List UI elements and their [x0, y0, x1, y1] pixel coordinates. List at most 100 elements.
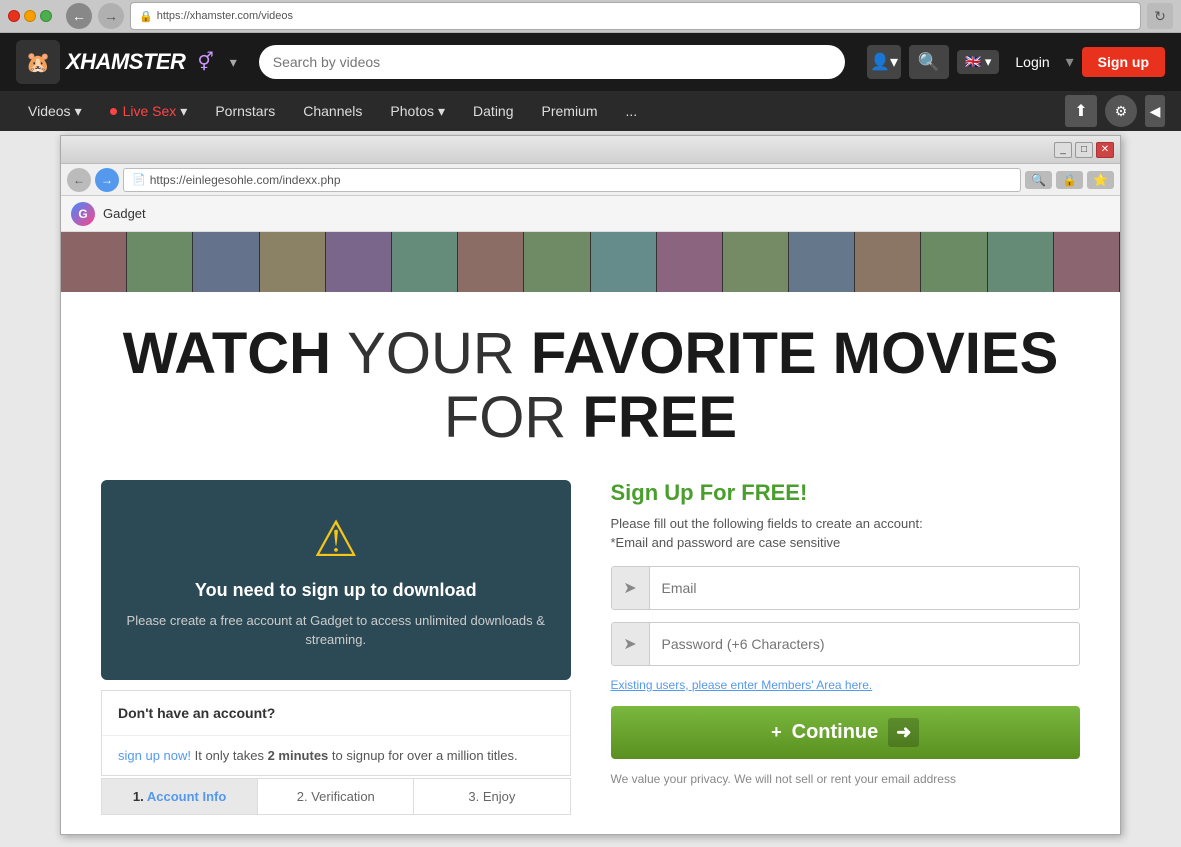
header-buttons: 👤▾ 🔍 🇬🇧 ▾ Login ▾ Sign up	[867, 45, 1165, 79]
login-arrow: ▾	[1066, 52, 1074, 72]
minimize-window-btn[interactable]	[24, 10, 36, 22]
step-1[interactable]: 1. Account Info	[102, 779, 258, 814]
right-column: Sign Up For FREE! Please fill out the fo…	[611, 480, 1081, 788]
movie-thumb-3	[193, 232, 259, 292]
privacy-text: We value your privacy. We will not sell …	[611, 771, 1081, 788]
inner-star-btn[interactable]: ⭐	[1087, 171, 1114, 189]
collapse-btn[interactable]: ◀	[1145, 95, 1165, 127]
hero-your: YOUR	[347, 321, 531, 386]
inner-minimize-btn[interactable]: _	[1054, 142, 1072, 158]
main-content-area: WATCH YOUR FAVORITE MOVIES FOR FREE ⚠ Yo…	[61, 292, 1120, 834]
nav-pornstars[interactable]: Pornstars	[203, 97, 287, 125]
xhamster-nav: Videos ▾ Live Sex ▾ Pornstars Channels P…	[0, 91, 1181, 131]
gadget-logo: G	[71, 202, 95, 226]
browser-url-bar[interactable]: 🔒 https://xhamster.com/videos	[130, 2, 1141, 30]
gadget-label: Gadget	[103, 206, 146, 221]
movie-thumb-11	[723, 232, 789, 292]
nav-more[interactable]: ...	[614, 97, 650, 125]
step-3-label: Enjoy	[483, 789, 516, 804]
movie-banner	[61, 232, 1120, 292]
search-bar[interactable]	[259, 45, 845, 79]
gender-dropdown-btn[interactable]: ▾	[230, 54, 237, 71]
inner-browser-nav: ← → 📄 https://einlegesohle.com/indexx.ph…	[61, 164, 1120, 196]
inner-restore-btn[interactable]: □	[1075, 142, 1093, 158]
page-icon: 📄	[132, 173, 146, 186]
inner-back-btn[interactable]: ←	[67, 168, 91, 192]
time-emphasis: 2 minutes	[268, 748, 329, 763]
nav-videos[interactable]: Videos ▾	[16, 97, 94, 126]
two-column-layout: ⚠ You need to sign up to download Please…	[101, 480, 1080, 815]
existing-users-link[interactable]: Existing users, please enter Members' Ar…	[611, 678, 1081, 692]
warning-box: ⚠ You need to sign up to download Please…	[101, 480, 571, 680]
login-btn[interactable]: Login	[1007, 50, 1057, 74]
account-box: Don't have an account? sign up now! It o…	[101, 690, 571, 776]
movie-thumb-15	[988, 232, 1054, 292]
xhamster-header: 🐹 XHAMSTER ⚥ ▾ 👤▾ 🔍 🇬🇧 ▾ Login ▾ Sign up	[0, 33, 1181, 91]
browser-reload-btn[interactable]: ↻	[1147, 3, 1173, 29]
password-icon: ➤	[612, 623, 650, 665]
nav-live-sex[interactable]: Live Sex ▾	[98, 97, 200, 126]
continue-btn[interactable]: + Continue ➜	[611, 706, 1081, 759]
step-2: 2. Verification	[258, 779, 414, 814]
movie-thumb-2	[127, 232, 193, 292]
hero-watch: WATCH	[123, 321, 347, 386]
movie-thumb-9	[591, 232, 657, 292]
inner-lock-btn[interactable]: 🔒	[1056, 171, 1083, 189]
inner-forward-btn[interactable]: →	[95, 168, 119, 192]
inner-browser-titlebar: _ □ ✕	[61, 136, 1120, 164]
signup-btn[interactable]: Sign up	[1082, 47, 1165, 77]
movie-thumb-12	[789, 232, 855, 292]
browser-title-bar: ← → 🔒 https://xhamster.com/videos ↻	[0, 0, 1181, 32]
language-btn[interactable]: 🇬🇧 ▾	[957, 50, 999, 74]
hero-title: WATCH YOUR FAVORITE MOVIES FOR FREE	[101, 322, 1080, 450]
xhamster-logo[interactable]: 🐹 XHAMSTER	[16, 40, 185, 84]
search-input[interactable]	[273, 54, 831, 70]
maximize-window-btn[interactable]	[40, 10, 52, 22]
nav-right: ⬆ ⚙ ◀	[1065, 95, 1165, 127]
nav-channels[interactable]: Channels	[291, 97, 374, 125]
gadget-toolbar: G Gadget	[61, 196, 1120, 232]
step-1-link[interactable]: Account Info	[147, 789, 226, 804]
signup-note: *Email and password are case sensitive	[611, 535, 1081, 550]
continue-arrow-icon: ➜	[888, 718, 919, 747]
email-input[interactable]	[650, 570, 1080, 606]
movie-thumb-5	[326, 232, 392, 292]
inner-browser: _ □ ✕ ← → 📄 https://einlegesohle.com/ind…	[60, 135, 1121, 835]
signup-now-link[interactable]: sign up now!	[118, 748, 191, 763]
nav-photos[interactable]: Photos ▾	[378, 97, 457, 126]
browser-forward-btn[interactable]: →	[98, 3, 124, 29]
continue-label: Continue	[792, 721, 879, 744]
logo-text: XHAMSTER	[66, 49, 185, 75]
hero-for: FOR	[444, 385, 583, 450]
left-column: ⚠ You need to sign up to download Please…	[101, 480, 571, 815]
inner-close-btn[interactable]: ✕	[1096, 142, 1114, 158]
inner-url-bar[interactable]: 📄 https://einlegesohle.com/indexx.php	[123, 168, 1021, 192]
movie-thumb-8	[524, 232, 590, 292]
movie-thumb-7	[458, 232, 524, 292]
search-btn[interactable]: 🔍	[909, 45, 949, 79]
close-window-btn[interactable]	[8, 10, 20, 22]
user-menu-btn[interactable]: 👤▾	[867, 45, 901, 79]
password-input[interactable]	[650, 626, 1080, 662]
continue-plus-icon: +	[771, 722, 782, 743]
signup-desc: Please fill out the following fields to …	[611, 516, 1081, 531]
upload-btn[interactable]: ⬆	[1065, 95, 1097, 127]
account-text: sign up now! It only takes 2 minutes to …	[102, 736, 570, 775]
warning-desc: Please create a free account at Gadget t…	[125, 611, 547, 650]
signup-title: Sign Up For FREE!	[611, 480, 1081, 506]
inner-search-btn[interactable]: 🔍	[1025, 171, 1052, 189]
warning-title: You need to sign up to download	[125, 580, 547, 601]
movie-thumb-13	[855, 232, 921, 292]
movie-thumb-4	[260, 232, 326, 292]
warning-icon: ⚠	[125, 510, 547, 568]
logo-icon: 🐹	[16, 40, 60, 84]
inner-page-content: G Gadget WATCH YO	[61, 196, 1120, 834]
nav-premium[interactable]: Premium	[530, 97, 610, 125]
email-field-container: ➤	[611, 566, 1081, 610]
hero-free: FREE	[582, 385, 737, 450]
browser-back-btn[interactable]: ←	[66, 3, 92, 29]
hero-line2: FOR FREE	[101, 386, 1080, 450]
nav-dating[interactable]: Dating	[461, 97, 525, 125]
step-3: 3. Enjoy	[414, 779, 569, 814]
settings-btn[interactable]: ⚙	[1105, 95, 1137, 127]
